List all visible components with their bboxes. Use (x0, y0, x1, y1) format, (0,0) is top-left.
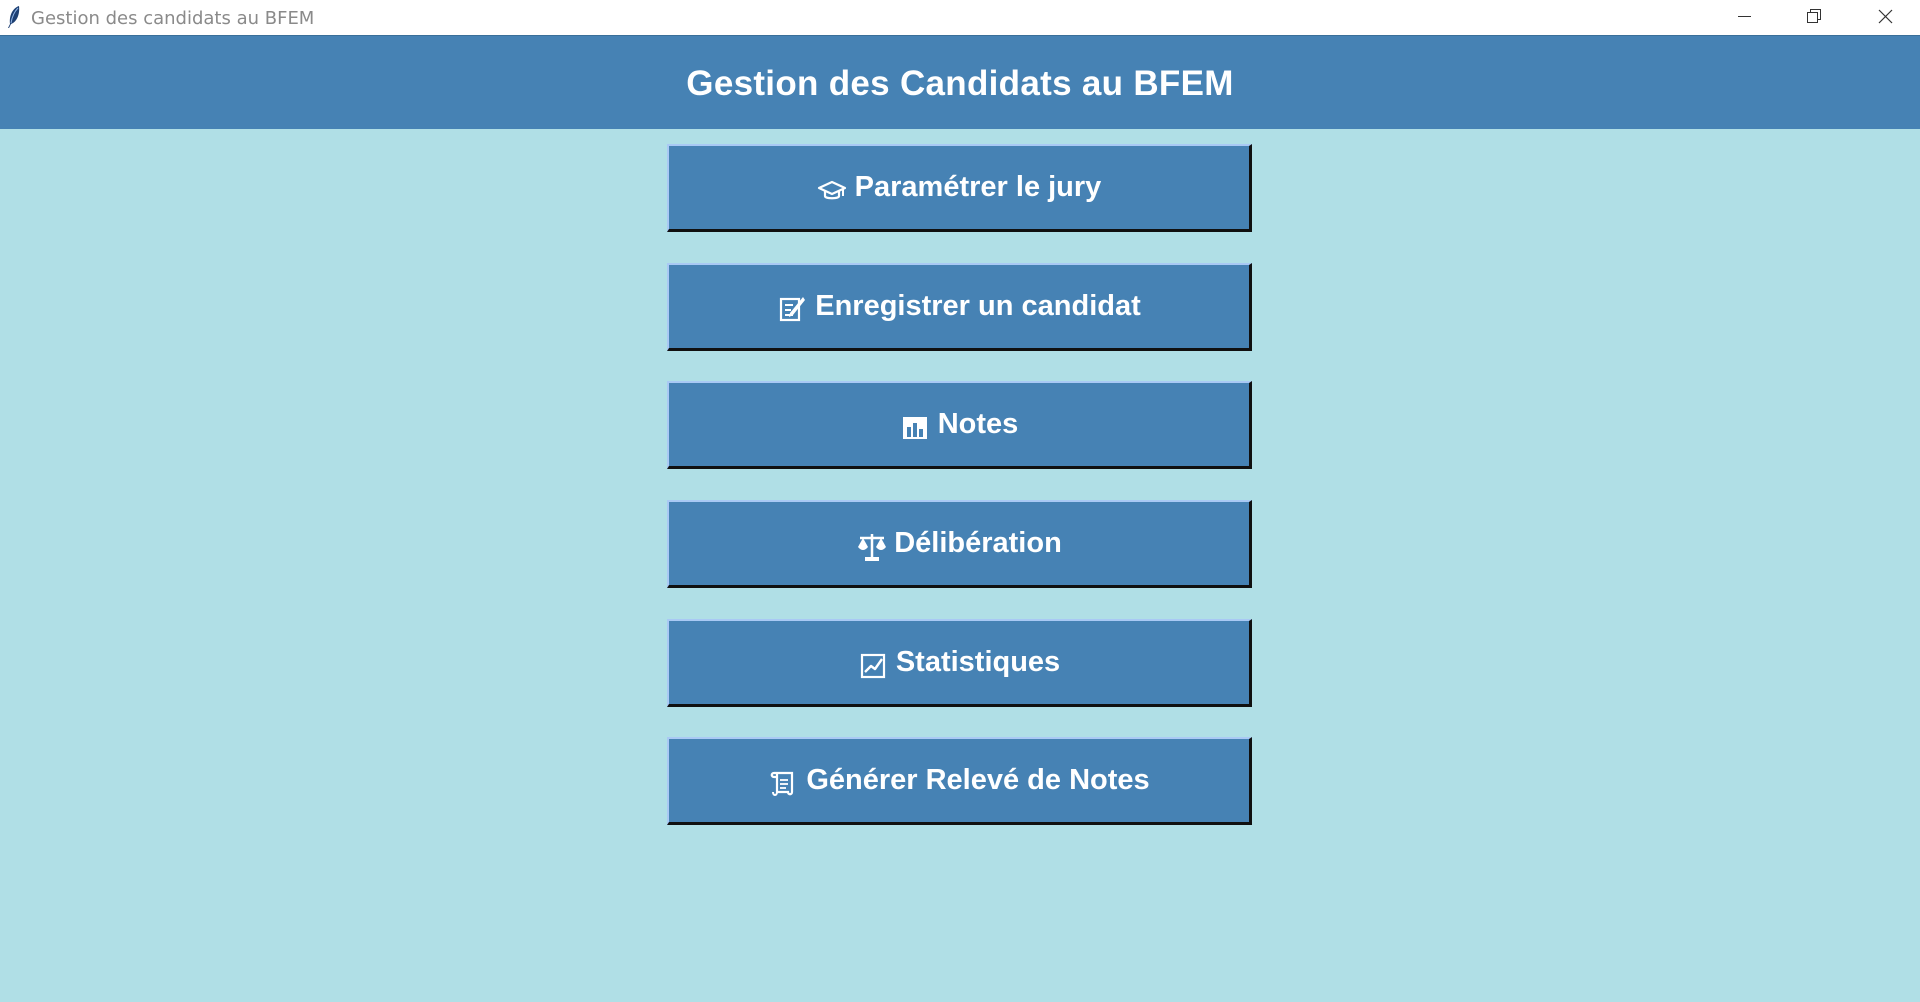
close-icon (1878, 9, 1893, 24)
window-title: Gestion des candidats au BFEM (31, 8, 315, 29)
notes-button[interactable]: Notes (667, 381, 1252, 469)
close-button[interactable] (1850, 0, 1920, 35)
parametrer-jury-button[interactable]: Paramétrer le jury (667, 144, 1252, 232)
scroll-icon (768, 768, 798, 798)
deliberation-button[interactable]: Délibération (667, 500, 1252, 588)
statistiques-label: Statistiques (895, 646, 1061, 678)
enregistrer-candidat-button[interactable]: Enregistrer un candidat (667, 263, 1252, 351)
app-window: Gestion des candidats au BFEM Gestion de… (0, 0, 1920, 1002)
enregistrer-candidat-label: Enregistrer un candidat (815, 290, 1141, 322)
header-banner: Gestion des Candidats au BFEM (0, 35, 1920, 129)
feather-icon (6, 5, 22, 29)
generer-releve-label: Générer Relevé de Notes (806, 764, 1150, 796)
restore-button[interactable] (1778, 0, 1846, 35)
memo-icon (777, 294, 807, 324)
statistiques-button[interactable]: Statistiques (667, 619, 1252, 707)
title-bar[interactable]: Gestion des candidats au BFEM (0, 0, 1920, 35)
chart-increasing-icon (858, 650, 888, 680)
restore-icon (1807, 9, 1821, 23)
minimize-button[interactable] (1710, 0, 1778, 35)
deliberation-label: Délibération (894, 527, 1062, 559)
generer-releve-button[interactable]: Générer Relevé de Notes (667, 737, 1252, 825)
minimize-icon (1738, 16, 1751, 17)
notes-label: Notes (937, 408, 1019, 440)
parametrer-jury-label: Paramétrer le jury (854, 171, 1102, 203)
page-title: Gestion des Candidats au BFEM (686, 64, 1234, 103)
balance-scale-icon (856, 531, 887, 561)
graduation-cap-icon (817, 175, 847, 205)
bar-chart-icon (900, 412, 930, 442)
